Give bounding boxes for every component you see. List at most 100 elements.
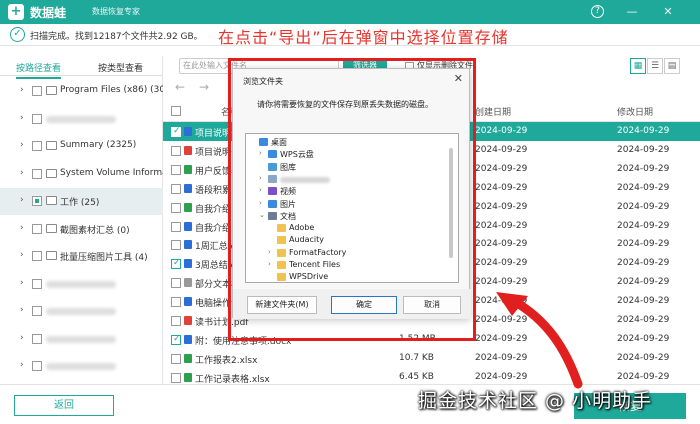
tree-item[interactable]: › 截图素材汇总 (0) xyxy=(0,216,163,243)
watermark: 掘金技术社区 @ 小明助手 xyxy=(418,390,653,412)
chevron-right-icon[interactable]: › xyxy=(20,195,24,205)
chevron-right-icon[interactable]: › xyxy=(20,305,24,315)
tab-by-type[interactable]: 按类型查看 xyxy=(98,61,143,74)
row-checkbox[interactable] xyxy=(171,164,181,175)
row-checkbox[interactable] xyxy=(171,240,181,251)
tree-checkbox[interactable] xyxy=(32,251,42,261)
dialog-folder-tree[interactable]: 桌面 › WPS云盘 图库 › › 视频 › 图片 ⌄ 文档 Adobe Audacity › Format… xyxy=(245,133,459,283)
row-checkbox[interactable] xyxy=(171,278,181,289)
expand-arrow-icon[interactable]: › xyxy=(259,149,267,157)
dialog-tree-node[interactable]: Audacity xyxy=(268,234,440,247)
detail-view-icon[interactable]: ▤ xyxy=(664,58,680,74)
tree-checkbox[interactable] xyxy=(32,113,42,124)
tree-item[interactable]: › Program Files (x86) (3010 xyxy=(0,78,163,105)
row-checkbox[interactable] xyxy=(171,258,181,270)
dialog-tree-node[interactable]: › xyxy=(259,173,440,186)
dialog-tree-node[interactable]: › WPS云盘 xyxy=(259,148,440,161)
expand-arrow-icon[interactable]: › xyxy=(268,260,276,268)
dialog-tree-label: 桌面 xyxy=(271,138,287,147)
dialog-tree-node[interactable]: › 图片 xyxy=(259,198,440,211)
file-name: 附：使用注意事项.docx xyxy=(195,336,292,347)
column-created[interactable]: 创建日期 xyxy=(475,105,511,118)
column-modified[interactable]: 修改日期 xyxy=(617,105,653,118)
list-view-icon[interactable]: ☰ xyxy=(647,58,663,74)
tree-checkbox[interactable] xyxy=(32,141,42,151)
dialog-tree-node[interactable]: 图库 xyxy=(259,161,440,174)
tree-item[interactable]: › xyxy=(0,298,163,325)
tree-item[interactable]: › xyxy=(0,271,163,298)
dialog-tree-node[interactable]: ⌄ 文档 xyxy=(259,210,440,223)
tree-checkbox[interactable] xyxy=(32,333,42,344)
chevron-right-icon[interactable]: › xyxy=(20,360,24,370)
tree-checkbox[interactable] xyxy=(32,86,42,96)
tab-by-path[interactable]: 按路径查看 xyxy=(16,61,62,79)
table-row[interactable]: 工作报表2.xlsx 10.7 KB 2024-09-29 2024-09-29 xyxy=(163,349,700,368)
dialog-tree-node[interactable]: WPSDrive xyxy=(268,271,440,282)
row-checkbox[interactable] xyxy=(171,145,181,156)
dialog-tree-label: FormatFactory xyxy=(289,247,347,257)
tree-checkbox[interactable] xyxy=(32,223,42,234)
folder-icon xyxy=(46,223,57,233)
dialog-tree-node[interactable]: 桌面 xyxy=(250,136,440,149)
ok-button[interactable]: 确定 xyxy=(331,296,397,314)
row-checkbox[interactable] xyxy=(171,372,181,383)
select-all-checkbox[interactable] xyxy=(171,106,181,116)
row-checkbox[interactable] xyxy=(171,126,181,137)
tree-checkbox[interactable] xyxy=(32,278,42,289)
dialog-tree-label: 图片 xyxy=(280,199,296,209)
chevron-right-icon[interactable]: › xyxy=(20,85,24,95)
dialog-tree-node[interactable]: › 视频 xyxy=(259,185,440,198)
dialog-tree-node[interactable]: Adobe xyxy=(268,222,440,235)
new-folder-button[interactable]: 新建文件夹(M) xyxy=(247,296,317,314)
modified-date: 2024-09-29 xyxy=(617,277,670,288)
expand-arrow-icon[interactable]: ⌄ xyxy=(259,211,267,219)
row-checkbox[interactable] xyxy=(171,316,181,326)
grid-view-icon[interactable]: ▦ xyxy=(630,58,646,74)
folder-icon xyxy=(268,150,277,159)
expand-arrow-icon[interactable]: › xyxy=(259,174,267,182)
tree-item[interactable]: › System Volume Informati xyxy=(0,161,163,188)
chevron-right-icon[interactable]: › xyxy=(20,223,24,233)
tree-checkbox[interactable] xyxy=(32,361,42,371)
chevron-right-icon[interactable]: › xyxy=(20,278,24,288)
cancel-button[interactable]: 取消 xyxy=(403,296,461,314)
table-row[interactable]: 附：使用注意事项.docx 1.52 MB 2024-09-29 2024-09-29 xyxy=(163,330,700,349)
row-checkbox[interactable] xyxy=(171,202,181,213)
created-date: 2024-09-29 xyxy=(475,144,528,155)
modified-date: 2024-09-29 xyxy=(617,201,670,212)
dialog-close-icon[interactable]: ✕ xyxy=(454,72,463,85)
row-checkbox[interactable] xyxy=(171,221,181,232)
row-checkbox[interactable] xyxy=(171,297,181,308)
expand-arrow-icon[interactable]: › xyxy=(259,199,267,207)
tree-item[interactable]: › 批量压缩图片工具 (4) xyxy=(0,243,163,270)
dialog-title: 浏览文件夹 xyxy=(243,77,283,86)
tree-checkbox[interactable] xyxy=(32,306,42,316)
row-checkbox[interactable] xyxy=(171,353,181,364)
dialog-tree-node[interactable]: › Tencent Files xyxy=(268,259,440,272)
chevron-right-icon[interactable]: › xyxy=(20,168,24,178)
row-checkbox[interactable] xyxy=(171,183,181,194)
expand-arrow-icon[interactable]: › xyxy=(268,248,276,256)
back-arrow-icon[interactable]: ← xyxy=(175,80,185,94)
minimize-icon[interactable]: — xyxy=(624,4,640,20)
tree-item[interactable]: › 工作 (25) xyxy=(0,188,163,215)
tree-item-label: System Volume Informati xyxy=(60,167,163,178)
dialog-scrollbar[interactable] xyxy=(449,148,453,258)
tree-checkbox[interactable] xyxy=(32,168,42,179)
row-checkbox[interactable] xyxy=(171,334,181,345)
close-icon[interactable]: ✕ xyxy=(660,4,676,20)
tree-item[interactable]: › xyxy=(0,326,163,353)
help-icon[interactable]: ? xyxy=(591,5,604,18)
expand-arrow-icon[interactable]: › xyxy=(259,186,267,194)
chevron-right-icon[interactable]: › xyxy=(20,113,24,123)
tree-item[interactable]: › xyxy=(0,353,163,380)
chevron-right-icon[interactable]: › xyxy=(20,140,24,150)
chevron-right-icon[interactable]: › xyxy=(20,333,24,343)
tree-item[interactable]: › Summary (2325) xyxy=(0,133,163,160)
back-button[interactable]: 返回 xyxy=(14,395,114,416)
chevron-right-icon[interactable]: › xyxy=(20,250,24,260)
dialog-tree-node[interactable]: › FormatFactory xyxy=(268,247,440,260)
forward-arrow-icon[interactable]: → xyxy=(199,80,209,94)
tree-item[interactable]: › xyxy=(0,106,163,133)
tree-checkbox[interactable] xyxy=(32,196,42,206)
